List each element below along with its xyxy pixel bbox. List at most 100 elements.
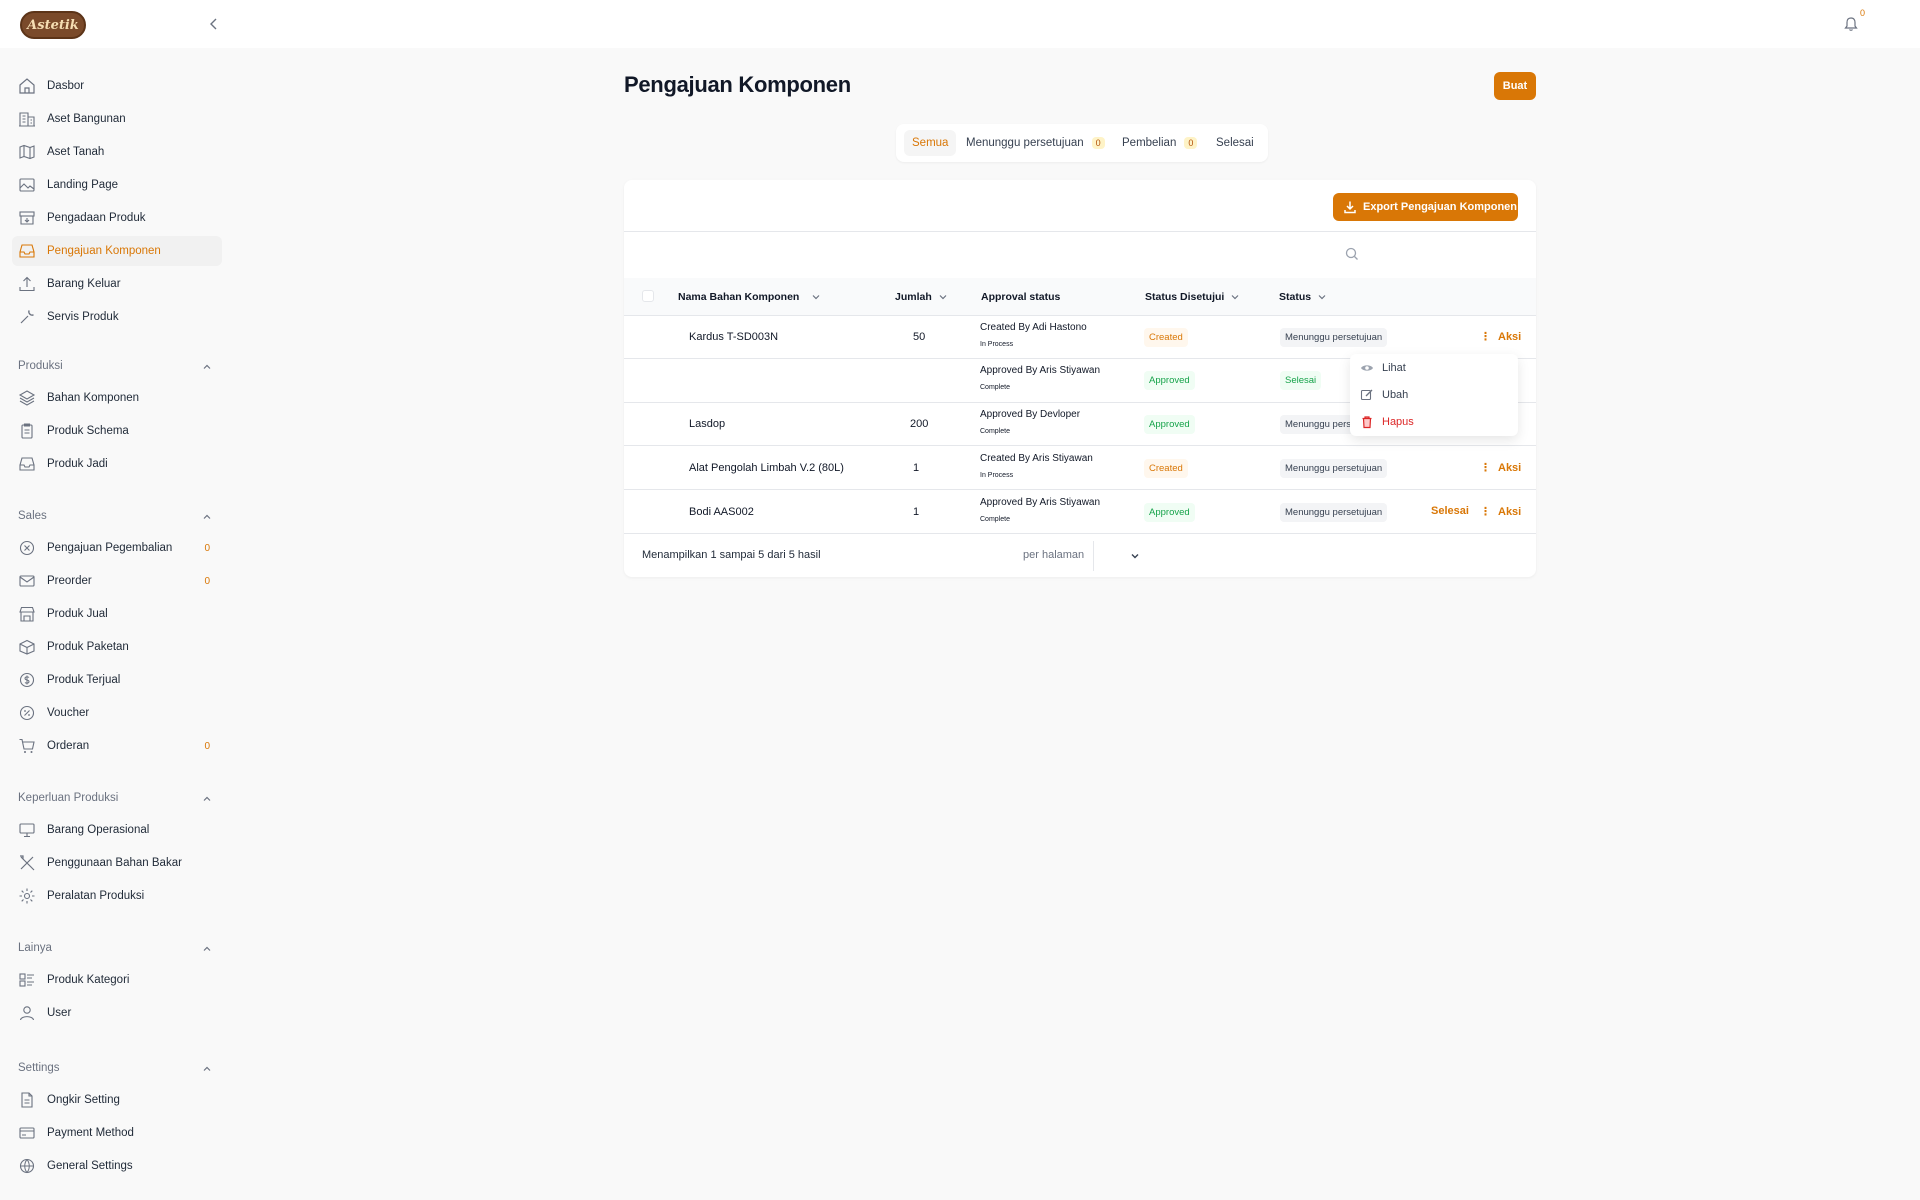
chevron-down-icon — [1131, 554, 1139, 559]
inbox-icon — [18, 242, 36, 260]
sidebar-item-barang-keluar[interactable]: Barang Keluar — [12, 269, 222, 299]
tools-icon — [18, 854, 36, 872]
sidebar-item-ongkir-setting[interactable]: Ongkir Setting — [12, 1085, 222, 1115]
app-logo[interactable]: Astetik — [20, 11, 86, 39]
divider — [624, 231, 1536, 232]
table-row[interactable]: Bodi AAS002 1 Approved By Aris Stiyawan … — [624, 491, 1536, 534]
sidebar-item-label: Preorder — [47, 575, 92, 587]
credit-card-icon — [18, 1124, 36, 1142]
map-icon — [18, 143, 36, 161]
menu-item-ubah[interactable]: Ubah — [1360, 385, 1408, 405]
row-approval-by: Created By Aris Stiyawan — [980, 453, 1093, 464]
aksi-label: Aksi — [1498, 505, 1522, 518]
sidebar-item-label: Payment Method — [47, 1127, 134, 1139]
sidebar-item-pengajuan-komponen[interactable]: Pengajuan Komponen — [12, 236, 222, 266]
column-label: Status Disetujui — [1145, 290, 1225, 303]
more-vertical-icon: ⋮ — [1480, 506, 1491, 518]
sidebar-item-preorder[interactable]: Preorder 0 — [12, 566, 222, 596]
column-label: Status — [1279, 290, 1312, 303]
sidebar-item-label: Ongkir Setting — [47, 1094, 120, 1106]
notification-bell-icon[interactable] — [1840, 13, 1862, 35]
sidebar-item-label: Voucher — [47, 707, 90, 719]
column-nama-bahan-komponen[interactable]: Nama Bahan Komponen — [678, 278, 821, 315]
chevron-up-icon[interactable] — [201, 1063, 215, 1077]
sidebar-item-produk-jadi[interactable]: Produk Jadi — [12, 449, 222, 479]
row-approval-state: Complete — [980, 516, 1010, 523]
chevron-down-icon — [1231, 294, 1239, 299]
row-approval-by: Approved By Aris Stiyawan — [980, 365, 1101, 376]
category-icon — [18, 971, 36, 989]
collapse-sidebar-button[interactable] — [203, 13, 225, 35]
sidebar-item-aset-bangunan[interactable]: Aset Bangunan — [12, 104, 222, 134]
table-row[interactable]: Alat Pengolah Limbah V.2 (80L) 1 Created… — [624, 447, 1536, 490]
selesai-action-link[interactable]: Selesai — [1431, 505, 1469, 517]
sidebar-item-pengadaan-produk[interactable]: Pengadaan Produk — [12, 203, 222, 233]
column-jumlah[interactable]: Jumlah — [895, 278, 948, 315]
sidebar-item-voucher[interactable]: Voucher — [12, 698, 222, 728]
table-row[interactable]: Kardus T-SD003N 50 Created By Adi Haston… — [624, 316, 1536, 359]
chevron-up-icon[interactable] — [201, 361, 215, 375]
sidebar-item-orderan[interactable]: Orderan 0 — [12, 731, 222, 761]
sidebar-item-bahan-komponen[interactable]: Bahan Komponen — [12, 383, 222, 413]
chevron-up-icon[interactable] — [201, 793, 215, 807]
sidebar-item-produk-paketan[interactable]: Produk Paketan — [12, 632, 222, 662]
column-status[interactable]: Status — [1279, 278, 1327, 315]
tab-semua[interactable]: Semua — [904, 130, 957, 156]
aksi-button[interactable]: ⋮ Aksi — [1480, 505, 1522, 519]
status-badge: Menunggu persetujuan — [1280, 459, 1388, 478]
per-page-label: per halaman — [1023, 549, 1085, 561]
aksi-button[interactable]: ⋮ Aksi — [1480, 330, 1521, 344]
sidebar-item-label: Aset Bangunan — [47, 113, 126, 125]
tab-label: Selesai — [1216, 137, 1254, 149]
status-disetujui-badge: Approved — [1144, 371, 1195, 390]
select-all-checkbox[interactable] — [642, 290, 654, 302]
aksi-button[interactable]: ⋮ Aksi — [1480, 461, 1521, 475]
chevron-up-icon[interactable] — [201, 943, 215, 957]
sidebar-item-produk-kategori[interactable]: Produk Kategori — [12, 965, 222, 995]
clipboard-icon — [18, 422, 36, 440]
sidebar-item-pengajuan-pegembalian[interactable]: Pengajuan Pegembalian 0 — [12, 533, 222, 563]
document-icon — [18, 1091, 36, 1109]
sidebar-section-produksi: Produksi — [18, 360, 63, 372]
sidebar-item-produk-terjual[interactable]: Produk Terjual — [12, 665, 222, 695]
chevron-up-icon[interactable] — [201, 511, 215, 525]
tab-pembelian[interactable]: Pembelian 0 — [1114, 130, 1205, 156]
sidebar-item-general-settings[interactable]: General Settings — [12, 1151, 222, 1181]
row-name: Lasdop — [689, 418, 726, 430]
sidebar-item-label: Pengajuan Pegembalian — [47, 542, 173, 554]
wrench-icon — [18, 308, 36, 326]
search-icon[interactable] — [1344, 246, 1360, 262]
sidebar-item-servis-produk[interactable]: Servis Produk — [12, 302, 222, 332]
menu-item-label: Lihat — [1382, 362, 1406, 374]
sidebar-item-landing-page[interactable]: Landing Page — [12, 170, 222, 200]
row-actions-dropdown: Lihat Ubah Hapus — [1350, 354, 1518, 436]
sidebar-section-lainya: Lainya — [18, 942, 52, 954]
search-input[interactable] — [1366, 240, 1526, 268]
export-button[interactable]: Export Pengajuan Komponen — [1333, 193, 1518, 221]
menu-item-hapus[interactable]: Hapus — [1360, 412, 1414, 432]
trash-icon — [1360, 415, 1374, 429]
sidebar-item-produk-jual[interactable]: Produk Jual — [12, 599, 222, 629]
column-status-disetujui[interactable]: Status Disetujui — [1145, 278, 1240, 315]
menu-item-lihat[interactable]: Lihat — [1360, 358, 1406, 378]
logo-text: Astetik — [27, 17, 79, 33]
sidebar-item-payment-method[interactable]: Payment Method — [12, 1118, 222, 1148]
sidebar-item-dasbor[interactable]: Dasbor — [12, 71, 222, 101]
globe-icon — [18, 1157, 36, 1175]
store-icon — [18, 605, 36, 623]
sidebar-item-penggunaan-bahan-bakar[interactable]: Penggunaan Bahan Bakar — [12, 848, 222, 878]
sidebar-item-barang-operasional[interactable]: Barang Operasional — [12, 815, 222, 845]
sidebar-item-user[interactable]: User — [12, 998, 222, 1028]
tab-label: Semua — [912, 137, 949, 149]
tab-menunggu-persetujuan[interactable]: Menunggu persetujuan 0 — [958, 130, 1113, 156]
sidebar-item-peralatan-produksi[interactable]: Peralatan Produksi — [12, 881, 222, 911]
tab-count-badge: 0 — [1091, 137, 1105, 149]
per-page-select[interactable] — [1104, 544, 1140, 568]
create-button[interactable]: Buat — [1494, 72, 1536, 100]
sidebar-item-label: Orderan — [47, 740, 90, 752]
tab-selesai[interactable]: Selesai — [1208, 130, 1262, 156]
sidebar: Dasbor Aset Bangunan Aset Tanah Landing Pag… — [0, 48, 236, 1200]
page-title: Pengajuan Komponen — [624, 72, 851, 97]
sidebar-item-produk-schema[interactable]: Produk Schema — [12, 416, 222, 446]
sidebar-item-aset-tanah[interactable]: Aset Tanah — [12, 137, 222, 167]
